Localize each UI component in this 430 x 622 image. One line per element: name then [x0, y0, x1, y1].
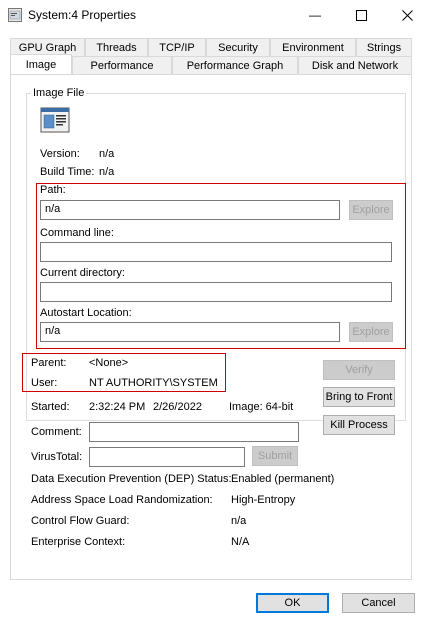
image-tab-panel: Image File Version: n/a Build Time: n/a …: [10, 74, 412, 580]
tab-performance[interactable]: Performance: [72, 56, 172, 74]
verify-button[interactable]: Verify: [323, 360, 395, 380]
comment-label: Comment:: [31, 426, 82, 438]
version-label: Version:: [40, 148, 80, 160]
build-time-label: Build Time:: [40, 166, 95, 178]
command-line-label: Command line:: [40, 227, 114, 239]
build-time-value: n/a: [99, 166, 115, 178]
tab-image[interactable]: Image: [10, 54, 72, 74]
close-button[interactable]: [384, 0, 430, 30]
path-explore-button[interactable]: Explore: [349, 200, 393, 220]
process-explorer-icon: [8, 8, 22, 22]
dep-status-value: Enabled (permanent): [231, 473, 335, 485]
autostart-location-field[interactable]: n/a: [40, 322, 340, 342]
command-line-field[interactable]: [40, 242, 392, 262]
tab-disk-and-network[interactable]: Disk and Network: [298, 56, 412, 74]
virustotal-label: VirusTotal:: [31, 451, 83, 463]
image-file-group-label: Image File: [31, 87, 87, 99]
enterprise-context-value: N/A: [231, 536, 250, 548]
maximize-icon: [355, 9, 367, 21]
user-label: User:: [31, 377, 58, 389]
aslr-value: High-Entropy: [231, 494, 296, 506]
autostart-explore-button[interactable]: Explore: [349, 322, 393, 342]
tab-threads[interactable]: Threads: [85, 38, 148, 56]
tab-strings[interactable]: Strings: [356, 38, 412, 56]
virustotal-submit-button[interactable]: Submit: [252, 446, 298, 466]
close-icon: [401, 9, 413, 21]
comment-field[interactable]: [89, 422, 299, 442]
tab-row-2: Image Performance Performance Graph Disk…: [10, 54, 412, 74]
started-label: Started:: [31, 401, 70, 413]
window-title: System:4 Properties: [28, 8, 137, 22]
minimize-icon: —: [309, 8, 321, 22]
started-date: 2/26/2022: [153, 401, 202, 413]
tab-tcpip[interactable]: TCP/IP: [148, 38, 206, 56]
control-flow-guard-value: n/a: [231, 515, 247, 527]
ok-button[interactable]: OK: [256, 593, 329, 613]
current-directory-field[interactable]: [40, 282, 392, 302]
bring-to-front-button[interactable]: Bring to Front: [323, 387, 395, 407]
current-directory-label: Current directory:: [40, 267, 125, 279]
parent-value: <None>: [89, 357, 129, 369]
cancel-button[interactable]: Cancel: [342, 593, 415, 613]
version-value: n/a: [99, 148, 115, 160]
control-flow-guard-label: Control Flow Guard:: [31, 515, 130, 527]
executable-image-icon: [40, 107, 70, 133]
virustotal-field[interactable]: [89, 447, 245, 467]
autostart-location-label: Autostart Location:: [40, 307, 132, 319]
tab-security[interactable]: Security: [206, 38, 270, 56]
aslr-label: Address Space Load Randomization:: [31, 494, 213, 506]
dep-status-label: Data Execution Prevention (DEP) Status:: [31, 473, 232, 485]
maximize-button[interactable]: [338, 0, 384, 30]
parent-label: Parent:: [31, 357, 67, 369]
kill-process-button[interactable]: Kill Process: [323, 415, 395, 435]
title-bar: System:4 Properties —: [0, 0, 430, 30]
started-time: 2:32:24 PM: [89, 401, 146, 413]
tab-environment[interactable]: Environment: [270, 38, 356, 56]
tab-performance-graph[interactable]: Performance Graph: [172, 56, 298, 74]
enterprise-context-label: Enterprise Context:: [31, 536, 126, 548]
user-value: NT AUTHORITY\SYSTEM: [89, 377, 218, 389]
image-bits-value: Image: 64-bit: [229, 401, 294, 413]
minimize-button[interactable]: —: [292, 0, 338, 30]
path-label: Path:: [40, 184, 66, 196]
path-field[interactable]: n/a: [40, 200, 340, 220]
